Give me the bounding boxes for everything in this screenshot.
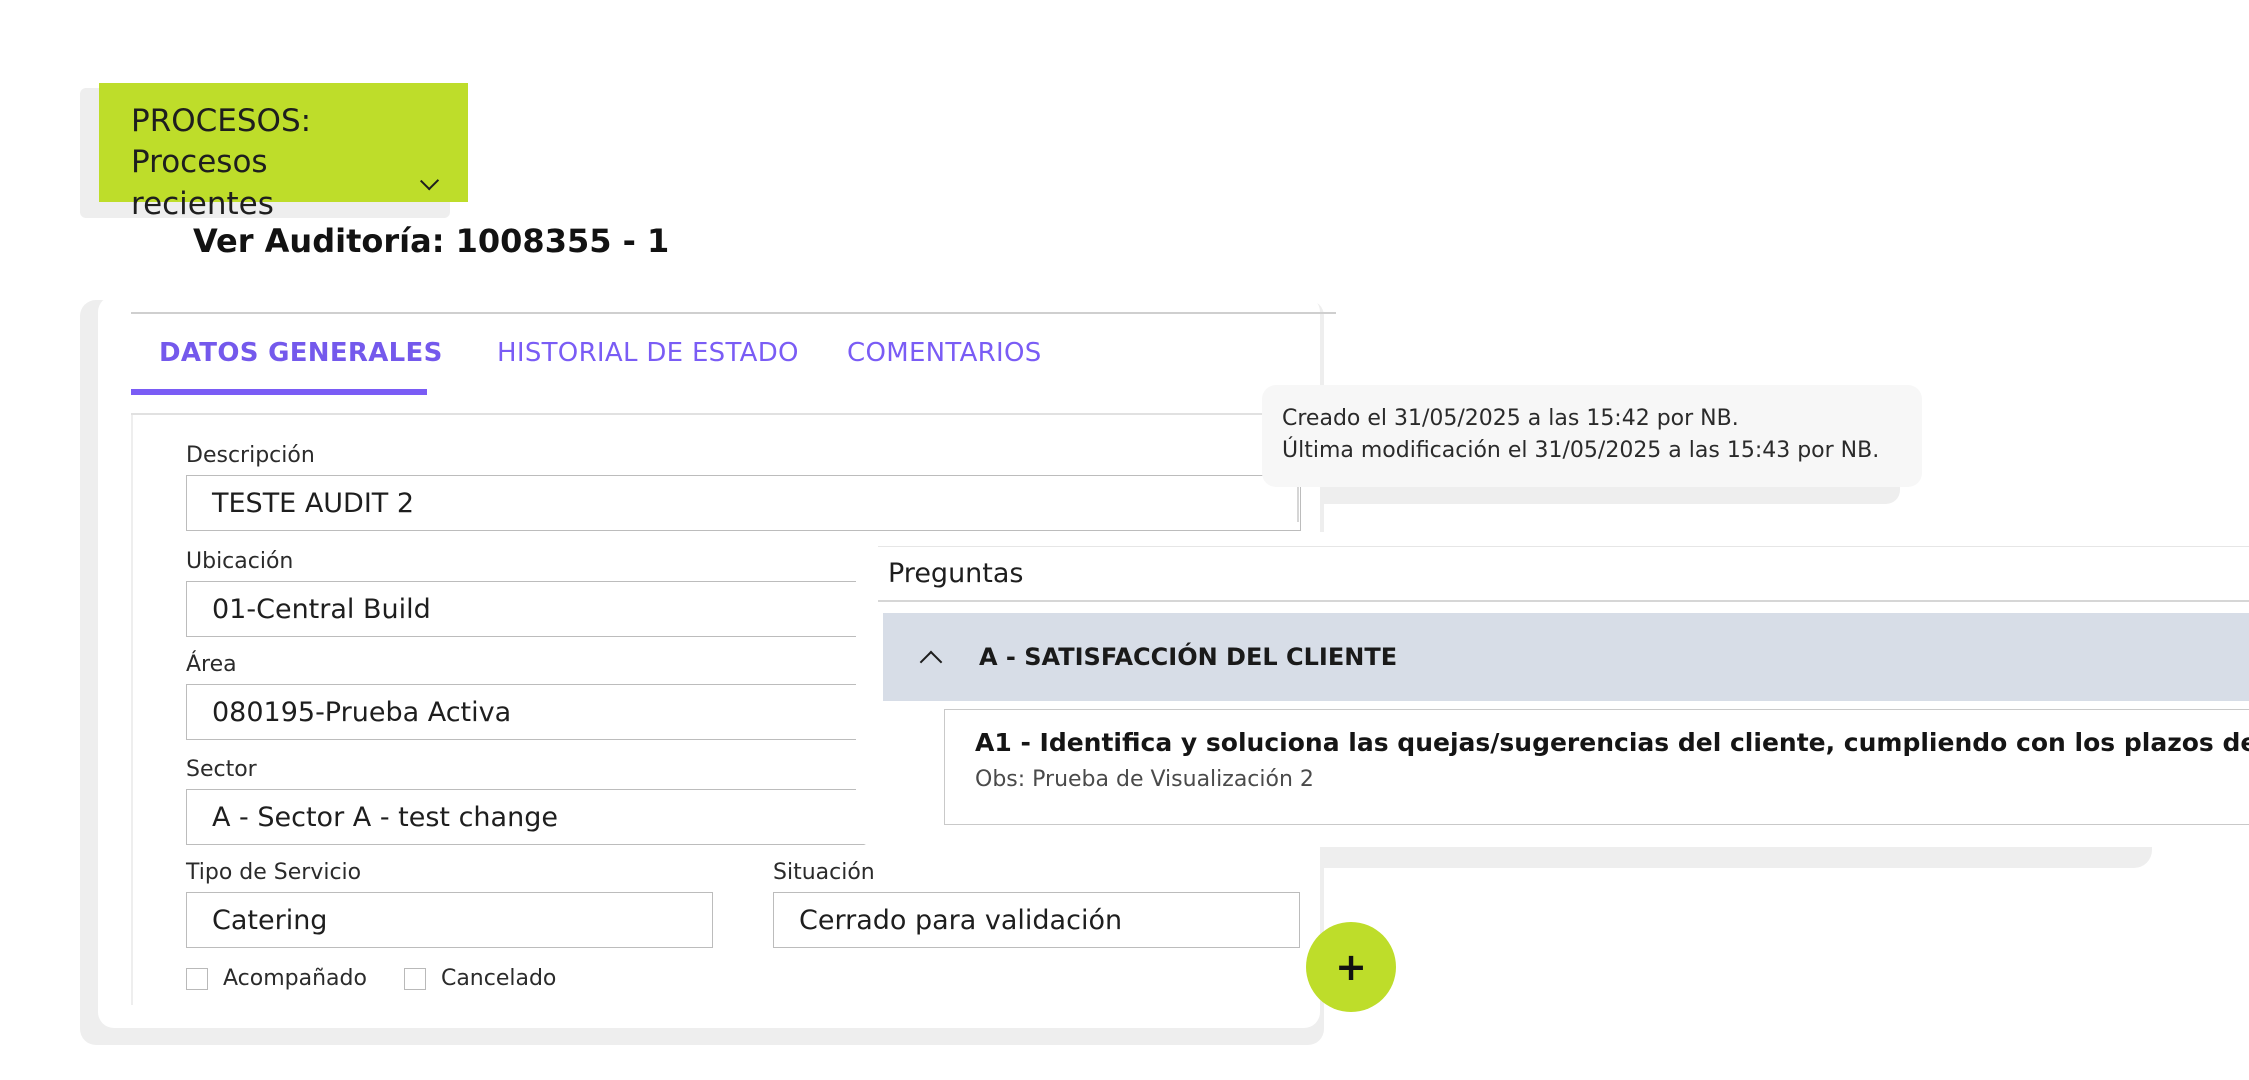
chevron-down-icon[interactable] — [419, 171, 439, 191]
chevron-up-icon[interactable] — [919, 650, 943, 674]
descripcion-label: Descripción — [186, 443, 315, 468]
active-tab-indicator — [131, 389, 427, 395]
ubicacion-field[interactable]: 01-Central Build — [186, 581, 866, 637]
tipo-servicio-label: Tipo de Servicio — [186, 860, 362, 885]
question-item[interactable]: A1 - Identifica y soluciona las quejas/s… — [944, 709, 2249, 825]
area-field[interactable]: 080195-Prueba Activa — [186, 684, 866, 740]
audit-info-popup: Creado el 31/05/2025 a las 15:42 por NB.… — [1262, 385, 1922, 487]
section-title: A - SATISFACCIÓN DEL CLIENTE — [979, 643, 1398, 671]
page-title: Ver Auditoría: 1008355 - 1 — [193, 222, 670, 260]
acompanado-checkbox[interactable] — [186, 967, 208, 990]
area-label: Área — [186, 652, 237, 677]
questions-header: Preguntas — [878, 546, 2249, 602]
modified-info: Última modificación el 31/05/2025 a las … — [1282, 438, 1880, 463]
process-dropdown[interactable]: Procesos recientes — [131, 141, 439, 225]
tab-historial-de-estado[interactable]: HISTORIAL DE ESTADO — [497, 338, 799, 368]
tab-comentarios[interactable]: COMENTARIOS — [847, 338, 1042, 368]
process-selected-value: Procesos recientes — [131, 144, 274, 222]
cancelado-label: Cancelado — [440, 966, 557, 991]
ubicacion-label: Ubicación — [186, 549, 294, 574]
cancelado-checkbox[interactable] — [403, 967, 426, 990]
process-title: PROCESOS: — [131, 103, 312, 139]
question-observation: Obs: Prueba de Visualización 2 — [975, 767, 1314, 792]
tipo-servicio-field[interactable]: Catering — [186, 892, 713, 948]
sector-field[interactable]: A - Sector A - test change — [186, 789, 866, 845]
acompanado-label: Acompañado — [223, 966, 367, 991]
descripcion-field[interactable]: TESTE AUDIT 2 — [186, 475, 1301, 531]
situacion-label: Situación — [773, 860, 875, 885]
checkbox-row: Acompañado Cancelado — [186, 966, 556, 991]
question-title: A1 - Identifica y soluciona las quejas/s… — [975, 728, 2249, 757]
tab-datos-generales[interactable]: DATOS GENERALES — [159, 338, 443, 368]
tab-bar: DATOS GENERALES HISTORIAL DE ESTADO COME… — [131, 312, 1336, 415]
process-selector[interactable]: PROCESOS: Procesos recientes — [99, 83, 468, 222]
questions-panel: Preguntas A - SATISFACCIÓN DEL CLIENTE A… — [856, 532, 2249, 847]
form-left-rule — [131, 415, 133, 1005]
question-section-row[interactable]: A - SATISFACCIÓN DEL CLIENTE — [883, 613, 2249, 701]
add-button[interactable]: + — [1306, 922, 1396, 1012]
popup-divider — [1297, 487, 1299, 522]
sector-label: Sector — [186, 757, 257, 782]
created-info: Creado el 31/05/2025 a las 15:42 por NB. — [1282, 406, 1739, 431]
situacion-field[interactable]: Cerrado para validación — [773, 892, 1300, 948]
